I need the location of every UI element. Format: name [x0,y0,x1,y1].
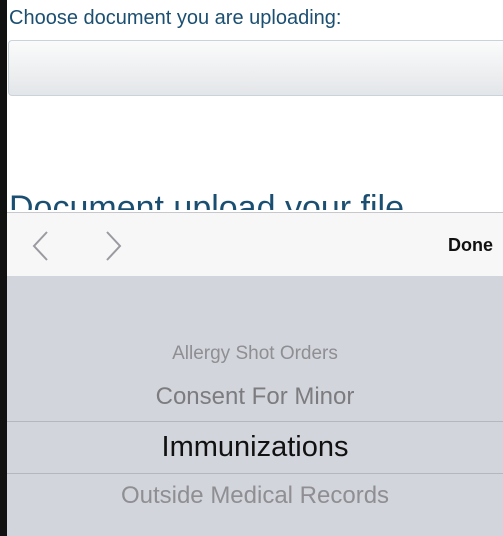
picker-option-allergy-shot-orders[interactable]: Allergy Shot Orders [7,343,503,365]
selection-divider-bottom [7,473,503,474]
selection-divider-top [7,421,503,422]
chevron-left-icon [32,231,48,261]
picker-toolbar: Done [7,212,503,276]
picker-option-immunizations-selected[interactable]: Immunizations [7,431,503,464]
upload-screen: Choose document you are uploading: ▼ Doc… [0,0,503,536]
document-type-label: Choose document you are uploading: [9,7,342,29]
picker-option-consent-for-minor[interactable]: Consent For Minor [7,383,503,411]
done-button[interactable]: Done [448,235,493,256]
document-type-picker-wheel[interactable]: Allergy Shot Orders Consent For Minor Im… [7,276,503,536]
next-field-button[interactable] [97,229,127,263]
previous-field-button[interactable] [27,229,57,263]
picker-option-outside-medical-records[interactable]: Outside Medical Records [7,482,503,510]
left-edge-bar [0,0,7,536]
upload-file-heading: Document upload your file [9,189,405,210]
chevron-right-icon [106,231,122,261]
document-type-select[interactable]: ▼ [8,40,503,96]
